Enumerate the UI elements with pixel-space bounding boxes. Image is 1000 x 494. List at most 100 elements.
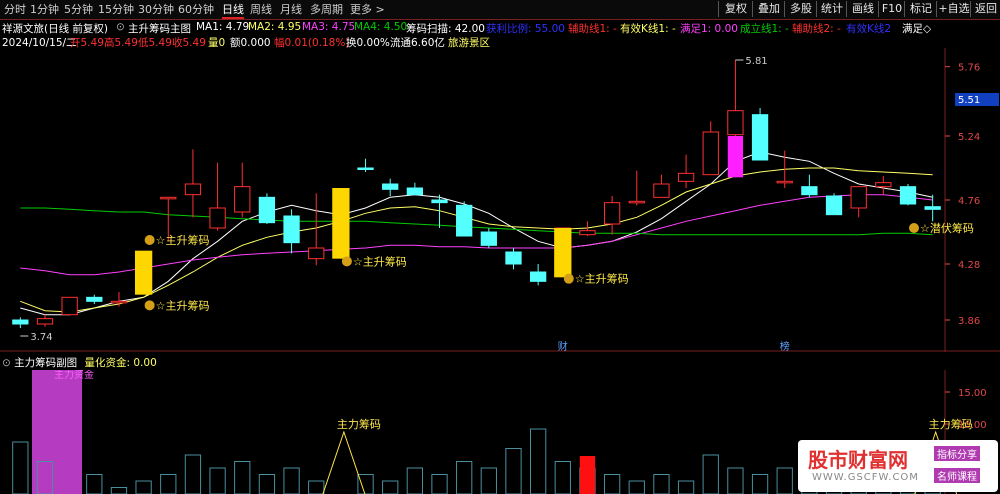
annotation-label: ☆主升筹码 (156, 233, 210, 247)
candle-body (234, 186, 251, 213)
indicator-gear-icon[interactable]: ⊙ (116, 21, 125, 33)
date-marker: 财 (558, 340, 568, 352)
tab-15min[interactable]: 15分钟 (98, 2, 134, 17)
sub-bar (184, 454, 202, 494)
mark-button[interactable]: 标记 (904, 1, 937, 17)
annotation-label: ☆主升筹码 (156, 298, 210, 312)
tab-more[interactable]: 更多 > (350, 2, 385, 17)
current-price-label: 5.51 (958, 95, 980, 106)
annotation-label: ☆主升筹码 (575, 272, 629, 286)
draw-line-button[interactable]: 画线 (846, 1, 879, 17)
ma2-value: MA2: 4.95 (248, 21, 302, 33)
sub-bar (603, 474, 621, 494)
candle-body (431, 199, 448, 204)
sub-bar (751, 474, 769, 494)
sub-y-tick-label: 15.00 (958, 388, 987, 399)
tab-1min[interactable]: 1分钟 (30, 2, 59, 17)
candle-body (850, 186, 867, 209)
sub-bar (505, 448, 522, 494)
fuquan-button[interactable]: 复权 (718, 1, 753, 17)
main-kline-chart[interactable]: ☆主升筹码 ☆主升筹码 ☆主升筹码 ☆主升筹码 ☆潜伏筹码 5.81 3.74 财 榜 5.76… (0, 48, 1000, 352)
aux-line-2: 辅助线2: - (792, 23, 841, 35)
established-line-1: 成立线1: - (740, 23, 789, 35)
candle-body (875, 182, 892, 188)
sub-bar (382, 480, 399, 494)
y-tick-label: 5.24 (958, 132, 980, 143)
watermark-url: WWW.GSCFW.COM (812, 472, 919, 483)
y-tick-label: 4.28 (958, 260, 980, 271)
sub-bar (86, 474, 103, 494)
candle-body (258, 196, 276, 224)
coin-icon (144, 235, 155, 245)
coin-icon (909, 223, 920, 233)
sub-bar (135, 480, 152, 494)
candle-body (530, 271, 547, 282)
sub-bar (628, 480, 645, 494)
candle-body (86, 296, 103, 302)
candle-body (751, 114, 769, 161)
satisfy-toggle[interactable]: 满足◇ (902, 21, 931, 36)
candle-body (505, 251, 522, 265)
sub-bar (160, 474, 177, 494)
tab-monthly[interactable]: 月线 (280, 2, 302, 17)
candle-body (160, 196, 177, 200)
annotation-label: ☆潜伏筹码 (920, 221, 974, 235)
f10-button[interactable]: F10 (878, 1, 905, 17)
tab-multi-period[interactable]: 多周期 (310, 2, 343, 17)
candle-body (924, 206, 941, 210)
candle-body (825, 195, 843, 216)
aux-line-1: 辅助线1: - (568, 23, 617, 35)
candle-body (628, 200, 645, 204)
sub-bar (308, 480, 325, 494)
ma3-value: MA3: 4.75 (302, 21, 356, 33)
coin-icon (563, 273, 574, 284)
tab-weekly[interactable]: 周线 (250, 2, 272, 17)
sub-gear-icon[interactable]: ⊙ (2, 357, 11, 369)
indicator-name[interactable]: 主升筹码主图 (128, 21, 191, 36)
candle-body (110, 300, 128, 304)
tab-fenshi[interactable]: 分时 (4, 2, 26, 17)
sub-bar (677, 480, 695, 494)
tab-5min[interactable]: 5分钟 (64, 2, 93, 17)
candle-body (702, 131, 719, 176)
sub-bar (357, 474, 374, 494)
sub-annotation-peak (322, 430, 366, 494)
quant-fund-value: 量化资金: 0.00 (84, 357, 157, 369)
sub-bar (406, 467, 423, 494)
add-watchlist-button[interactable]: +自选 (936, 1, 971, 17)
tab-60min[interactable]: 60分钟 (178, 2, 214, 17)
coin-icon (341, 256, 352, 267)
candle-body (36, 318, 54, 325)
tab-30min[interactable]: 30分钟 (138, 2, 174, 17)
statistics-button[interactable]: 统计 (816, 1, 847, 17)
overlay-button[interactable]: 叠加 (752, 1, 785, 17)
candle-body (357, 167, 374, 170)
candle-body (184, 183, 202, 196)
back-button[interactable]: 返回 (970, 1, 1000, 17)
signal-bar (332, 188, 350, 259)
multi-stock-button[interactable]: 多股 (784, 1, 817, 17)
sub-bar (258, 474, 276, 494)
magenta-signal-bar (727, 136, 744, 178)
sub-bar (480, 467, 497, 494)
sub-chart-title[interactable]: 主力筹码副图 (14, 357, 77, 369)
candle-body (899, 186, 917, 205)
tab-daily[interactable]: 日线 (222, 2, 244, 19)
signal-bar (554, 228, 572, 278)
valid-k-2: 有效K线2 (846, 23, 892, 35)
ma1-value: MA1: 4.79 (196, 21, 250, 33)
main-fund-label: 主力资金 (54, 370, 94, 381)
valid-k-1: 有效K线1: - (620, 23, 676, 35)
scan-value: 筹码扫描: 42.00 (406, 23, 485, 35)
candle-body (456, 204, 473, 237)
sub-bar (12, 441, 29, 494)
candle-body (283, 215, 300, 244)
price-axis: 5.76 5.24 4.76 4.28 3.86 5.51 (945, 63, 999, 327)
sub-bar (209, 467, 226, 494)
candle-body (209, 207, 226, 229)
sub-bar (110, 487, 128, 494)
profit-ratio: 获利比例: 55.00 (486, 23, 565, 35)
high-price-label: 5.81 (745, 56, 767, 67)
indicator-row: 祥源文旅(日线 前复权) ⊙ 主升筹码主图 MA1: 4.79 MA2: 4.9… (0, 21, 1000, 35)
stock-name: 祥源文旅(日线 前复权) (2, 23, 109, 35)
